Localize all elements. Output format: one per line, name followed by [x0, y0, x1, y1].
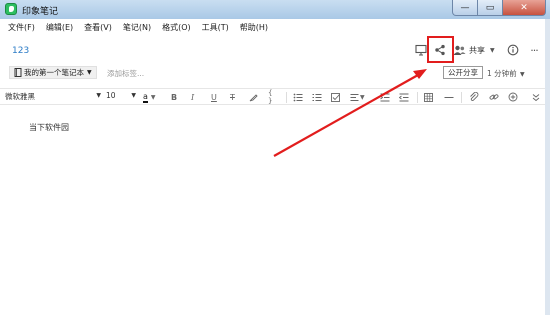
toolbar-separator: [461, 92, 462, 103]
code-icon: { }: [268, 89, 273, 105]
menu-view[interactable]: 查看(V): [84, 22, 112, 33]
indent-icon: [380, 93, 390, 101]
highlight-button[interactable]: [249, 91, 258, 103]
note-title[interactable]: 123: [12, 46, 29, 56]
font-family-value: 微软雅黑: [5, 92, 35, 101]
horizontal-rule-button[interactable]: [444, 91, 454, 103]
public-share-tooltip: 公开分享: [443, 66, 483, 79]
bullet-list-button[interactable]: [293, 91, 303, 103]
info-icon: [507, 44, 519, 56]
underline-icon: U: [211, 92, 217, 102]
more-icon: ···: [530, 43, 538, 57]
font-size-select[interactable]: 10 ▼: [106, 91, 136, 103]
notebook-name: 我的第一个笔记本: [24, 68, 84, 77]
notebook-selector[interactable]: 我的第一个笔记本 ▼: [9, 66, 97, 79]
menu-format[interactable]: 格式(O): [162, 22, 191, 33]
horizontal-rule-icon: [444, 96, 454, 98]
chevron-down-icon: ▼: [490, 46, 495, 54]
window-right-edge: [545, 19, 550, 315]
presentation-icon: [415, 44, 427, 56]
table-icon: [424, 92, 433, 102]
modified-time[interactable]: 1 分钟前 ▼: [487, 68, 525, 79]
window-title: 印象笔记: [22, 7, 59, 17]
close-icon: ✕: [520, 2, 528, 13]
numbered-list-button[interactable]: [312, 91, 322, 103]
highlighter-icon: [249, 93, 258, 101]
checkbox-button[interactable]: [331, 91, 341, 103]
font-family-select[interactable]: 微软雅黑 ▼: [5, 91, 101, 103]
chevron-down-icon: ▼: [87, 69, 92, 76]
tag-input[interactable]: 添加标签...: [107, 68, 144, 79]
menu-tools[interactable]: 工具(T): [202, 22, 229, 33]
menu-file[interactable]: 文件(F): [8, 22, 35, 33]
note-body-text[interactable]: 当下软件园: [29, 122, 69, 133]
indent-button[interactable]: [380, 91, 390, 103]
title-bar: 印象笔记 — ▭ ✕: [0, 0, 550, 20]
checkbox-icon: [331, 92, 340, 102]
align-left-icon: [350, 93, 359, 101]
link-button[interactable]: [489, 91, 499, 103]
toolbar-separator: [417, 92, 418, 103]
minimize-icon: —: [460, 2, 470, 13]
bold-icon: B: [171, 92, 178, 102]
chevron-down-icon: ▼: [520, 71, 525, 78]
menu-bar: 文件(F) 编辑(E) 查看(V) 笔记(N) 格式(O) 工具(T) 帮助(H…: [0, 19, 550, 35]
presentation-button[interactable]: [414, 41, 428, 59]
menu-help[interactable]: 帮助(H): [240, 22, 268, 33]
collaborate-share-menu[interactable]: 共享 ▼: [453, 41, 503, 59]
maximize-button[interactable]: ▭: [478, 0, 503, 16]
evernote-app-icon: [5, 3, 17, 15]
share-label: 共享: [469, 45, 485, 55]
text-color-icon: a: [143, 91, 148, 103]
attachment-button[interactable]: [469, 91, 479, 103]
chevron-down-icon: ▼: [150, 93, 156, 101]
chevron-down-icon: ▼: [360, 93, 365, 101]
bold-button[interactable]: B: [171, 91, 179, 103]
people-icon: [453, 45, 466, 55]
strikethrough-icon: T: [230, 92, 235, 102]
link-icon: [489, 94, 499, 100]
add-circle-icon: [508, 92, 518, 102]
outdent-button[interactable]: [399, 91, 409, 103]
arrow-head: [413, 69, 427, 79]
bullet-list-icon: [293, 93, 303, 101]
outdent-icon: [399, 93, 409, 101]
align-button[interactable]: ▼: [350, 91, 366, 103]
italic-icon: I: [191, 92, 195, 102]
note-info-button[interactable]: [506, 41, 520, 59]
code-block-button[interactable]: { }: [268, 89, 278, 105]
chevron-down-icon: ▼: [131, 92, 136, 99]
toolbar-more-button[interactable]: [532, 91, 541, 103]
modified-time-label: 1 分钟前: [487, 69, 517, 78]
format-toolbar: 微软雅黑 ▼ 10 ▼ a ▼ B I U T { } ▼: [0, 88, 550, 105]
minimize-button[interactable]: —: [452, 0, 478, 16]
text-color-button[interactable]: a ▼: [143, 91, 163, 103]
italic-button[interactable]: I: [191, 91, 199, 103]
notebook-icon: [14, 68, 22, 77]
annotation-highlight-box: [427, 36, 454, 63]
chevron-down-icon: ▼: [96, 92, 101, 99]
numbered-list-icon: [312, 93, 322, 101]
table-button[interactable]: [424, 91, 434, 103]
menu-note[interactable]: 笔记(N): [123, 22, 151, 33]
close-button[interactable]: ✕: [503, 0, 546, 16]
underline-button[interactable]: U: [211, 91, 219, 103]
insert-button[interactable]: [508, 91, 518, 103]
double-chevron-down-icon: [532, 93, 540, 101]
font-size-value: 10: [106, 91, 116, 100]
paperclip-icon: [470, 92, 479, 101]
maximize-icon: ▭: [485, 2, 495, 13]
toolbar-separator: [286, 92, 287, 103]
more-actions-button[interactable]: ···: [527, 41, 541, 59]
strikethrough-button[interactable]: T: [230, 91, 238, 103]
menu-edit[interactable]: 编辑(E): [46, 22, 73, 33]
window-controls: — ▭ ✕: [452, 0, 546, 17]
